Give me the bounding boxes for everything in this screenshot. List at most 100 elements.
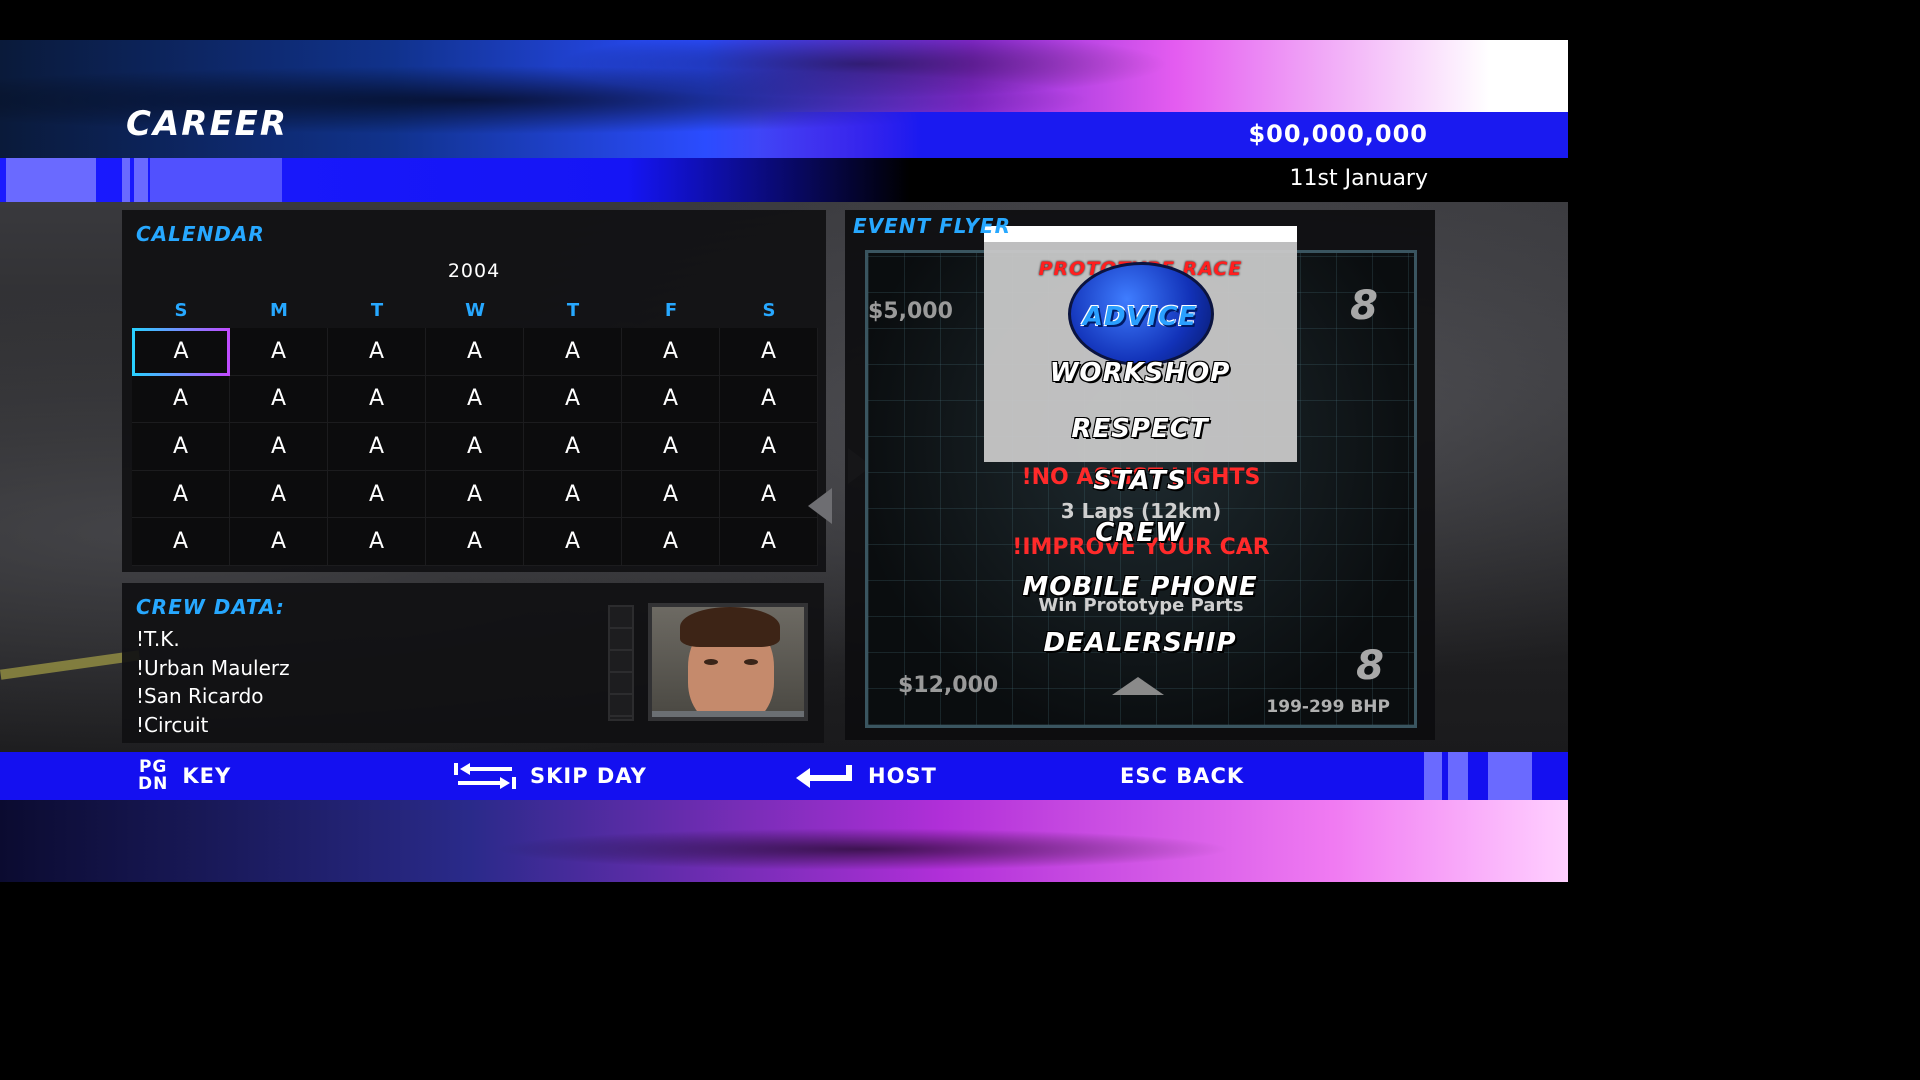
power-requirement: 199-299 BHP xyxy=(1266,697,1390,717)
calendar-day[interactable]: A xyxy=(230,375,328,424)
weekday-label: T xyxy=(370,300,384,321)
calendar-day[interactable]: A xyxy=(524,470,622,519)
stripe-block xyxy=(150,158,282,202)
calendar-day[interactable]: A xyxy=(328,518,426,566)
calendar-day[interactable]: A xyxy=(426,328,524,376)
menu-item-respect[interactable]: RESPECT xyxy=(960,414,1320,444)
calendar-day[interactable]: A xyxy=(720,328,818,376)
crew-data-heading: CREW DATA: xyxy=(136,595,285,619)
calendar-day[interactable]: A xyxy=(426,470,524,519)
skip-day-hint[interactable]: SKIP DAY xyxy=(454,752,647,800)
entry-fee: $5,000 xyxy=(868,299,953,324)
enter-key-icon xyxy=(796,765,852,788)
weekday-label: W xyxy=(465,300,485,321)
page-down-key-icon: PG DN xyxy=(138,757,169,794)
money-band xyxy=(760,112,1568,160)
crew-data-list: !T.K. !Urban Maulerz !San Ricardo !Circu… xyxy=(136,625,290,739)
calendar-panel: CALENDAR 2004 S M T W T F S A A A A A A … xyxy=(122,210,826,572)
calendar-day[interactable]: A xyxy=(230,328,328,376)
current-date: 11st January xyxy=(1289,166,1428,191)
calendar-day[interactable]: A xyxy=(132,470,230,519)
control-hint-bar: PG DN KEY SKIP DAY HOST ESC BACK xyxy=(0,752,1568,800)
calendar-week: A A A A A A A xyxy=(132,375,818,424)
page-title: CAREER xyxy=(126,104,289,144)
calendar-day[interactable]: A xyxy=(622,423,720,471)
crew-leader-portrait xyxy=(648,603,808,721)
weekday-label: S xyxy=(762,300,776,321)
menu-item-crew[interactable]: CREW xyxy=(960,518,1320,548)
calendar-day[interactable]: A xyxy=(720,375,818,424)
calendar-day[interactable]: A xyxy=(426,518,524,566)
calendar-heading: CALENDAR xyxy=(136,222,265,246)
menu-item-dealership[interactable]: DEALERSHIP xyxy=(960,628,1320,658)
tab-key-icon xyxy=(454,763,516,789)
menu-item-advice[interactable]: ADVICE xyxy=(960,302,1320,332)
key-hint-label: KEY xyxy=(182,764,232,788)
rank-badge: 8 xyxy=(1356,643,1384,689)
menu-item-workshop[interactable]: WORKSHOP xyxy=(960,358,1320,388)
calendar-day[interactable]: A xyxy=(426,375,524,424)
calendar-day[interactable]: A xyxy=(132,423,230,471)
calendar-day[interactable]: A xyxy=(524,375,622,424)
stripe-block xyxy=(134,158,148,202)
weekday-label: M xyxy=(270,300,288,321)
stripe-block xyxy=(6,158,96,202)
calendar-day[interactable]: A xyxy=(622,518,720,566)
calendar-day[interactable]: A xyxy=(622,470,720,519)
calendar-week: A A A A A A A xyxy=(132,423,818,471)
weekday-label: T xyxy=(566,300,580,321)
calendar-week: A A A A A A A xyxy=(132,518,818,566)
crew-data-line: !T.K. xyxy=(136,627,180,651)
scroll-up-icon[interactable] xyxy=(1112,677,1164,695)
calendar-day[interactable]: A xyxy=(426,423,524,471)
back-hint[interactable]: ESC BACK xyxy=(1120,752,1244,800)
weekday-label: S xyxy=(174,300,188,321)
back-label: ESC BACK xyxy=(1120,764,1245,788)
calendar-day[interactable]: A xyxy=(720,423,818,471)
key-hint[interactable]: PG DN KEY xyxy=(138,752,231,800)
calendar-grid: A A A A A A A A A A A A A A A A A A A A … xyxy=(132,328,818,566)
prize-money: $12,000 xyxy=(898,673,999,698)
weekday-label: F xyxy=(664,300,678,321)
crew-data-line: !San Ricardo xyxy=(136,684,264,708)
money-display: $00,000,000 xyxy=(1248,120,1428,148)
event-flyer-heading: EVENT FLYER xyxy=(853,214,1011,238)
menu-item-mobile-phone[interactable]: MOBILE PHONE xyxy=(960,572,1320,602)
calendar-day[interactable]: A xyxy=(328,470,426,519)
skip-day-label: SKIP DAY xyxy=(530,764,647,788)
calendar-day[interactable]: A xyxy=(328,423,426,471)
calendar-day[interactable]: A xyxy=(132,518,230,566)
bottom-banner-art xyxy=(0,800,1568,882)
respect-meter xyxy=(608,605,634,721)
bar-block xyxy=(1448,752,1468,800)
calendar-day[interactable]: A xyxy=(230,423,328,471)
calendar-week: A A A A A A A xyxy=(132,328,818,376)
calendar-day[interactable]: A xyxy=(328,328,426,376)
calendar-day[interactable]: A xyxy=(524,423,622,471)
calendar-day-selected[interactable]: A xyxy=(132,328,230,376)
calendar-year: 2004 xyxy=(447,260,501,282)
weekday-header: S M T W T F S xyxy=(132,300,818,321)
road-line-decoration xyxy=(0,650,141,680)
menu-item-stats[interactable]: STATS xyxy=(960,466,1320,496)
calendar-day[interactable]: A xyxy=(132,375,230,424)
crew-data-line: !Urban Maulerz xyxy=(136,655,290,680)
calendar-day[interactable]: A xyxy=(622,375,720,424)
stripe-block xyxy=(122,158,130,202)
calendar-day[interactable]: A xyxy=(622,328,720,376)
calendar-day[interactable]: A xyxy=(524,518,622,566)
calendar-day[interactable]: A xyxy=(524,328,622,376)
calendar-day[interactable]: A xyxy=(230,470,328,519)
previous-arrow-icon[interactable] xyxy=(808,488,832,524)
host-label: HOST xyxy=(868,764,937,788)
calendar-week: A A A A A A A xyxy=(132,470,818,519)
host-hint[interactable]: HOST xyxy=(796,752,937,800)
calendar-day[interactable]: A xyxy=(230,518,328,566)
crew-data-panel: CREW DATA: !T.K. !Urban Maulerz !San Ric… xyxy=(122,583,824,743)
bar-block xyxy=(1424,752,1442,800)
calendar-day[interactable]: A xyxy=(328,375,426,424)
calendar-day[interactable]: A xyxy=(720,518,818,566)
bar-block xyxy=(1488,752,1532,800)
crew-data-line: !Circuit xyxy=(136,712,209,737)
calendar-day[interactable]: A xyxy=(720,470,818,519)
